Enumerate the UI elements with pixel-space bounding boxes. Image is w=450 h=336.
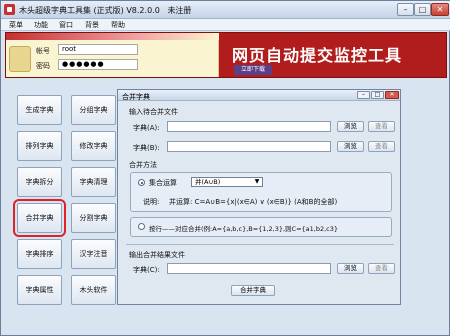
mutou-software-button[interactable]: 木头软件 — [71, 275, 116, 305]
set-operation-radio[interactable] — [138, 179, 145, 186]
dict-properties-button[interactable]: 字典属性 — [17, 275, 62, 305]
menu-function[interactable]: 功能 — [34, 20, 48, 30]
set-operation-select[interactable]: 并(A∪B) ▼ — [191, 177, 263, 187]
method-section-label: 合并方法 — [129, 161, 157, 169]
divider — [126, 244, 394, 245]
dict-a-browse-button[interactable]: 浏览 — [337, 121, 364, 132]
dict-b-browse-button[interactable]: 浏览 — [337, 141, 364, 152]
registration-status: 未注册 — [167, 6, 192, 15]
menu-help[interactable]: 帮助 — [111, 20, 125, 30]
close-button[interactable]: ✕ — [431, 3, 449, 16]
dict-b-view-button[interactable]: 查看 — [368, 141, 395, 152]
set-operation-value: 并(A∪B) — [195, 178, 221, 186]
dict-a-view-button[interactable]: 查看 — [368, 121, 395, 132]
window-title-text: 木头超级字典工具集 (正式版) V8.2.0.0 — [19, 6, 160, 15]
merge-dialog: 合并字典 – □ ✕ 输入待合并文件 字典(A): 浏览 查看 字典(B): 浏… — [117, 89, 401, 305]
main-window: 木头超级字典工具集 (正式版) V8.2.0.0 未注册 – □ ✕ 菜单 功能… — [0, 0, 450, 336]
pairwise-merge-group: 按行——对应合并(例:A={a,b,c},B={1,2,3},则C={a1,b2… — [130, 217, 392, 237]
banner-strip — [6, 33, 219, 40]
dialog-maximize-button[interactable]: □ — [371, 91, 384, 99]
user-icon — [9, 46, 31, 72]
output-section-label: 输出合并结果文件 — [129, 251, 185, 259]
dialog-minimize-button[interactable]: – — [357, 91, 370, 99]
permute-dict-button[interactable]: 排列字典 — [17, 131, 62, 161]
dialog-title-bar: 合并字典 – □ ✕ — [118, 90, 400, 101]
title-bar: 木头超级字典工具集 (正式版) V8.2.0.0 未注册 – □ ✕ — [1, 1, 450, 19]
promo-title[interactable]: 网页自动提交监控工具 — [232, 42, 402, 66]
password-field[interactable]: ●●●●●● — [58, 59, 138, 70]
modify-dict-button[interactable]: 修改字典 — [71, 131, 116, 161]
dict-c-browse-button[interactable]: 浏览 — [337, 263, 364, 274]
password-label: 密码 — [36, 62, 50, 70]
account-label: 帐号 — [36, 47, 50, 55]
input-section-label: 输入待合并文件 — [129, 108, 178, 116]
description-text: 并运算: C=A∪B={x|(x∈A) ∨ (x∈B)} (A和B的全部) — [169, 198, 338, 206]
dialog-title: 合并字典 — [122, 93, 150, 101]
download-button[interactable]: 立即下载 — [234, 65, 272, 75]
dict-c-view-button[interactable]: 查看 — [368, 263, 395, 274]
divide-dict-button[interactable]: 分割字典 — [71, 203, 116, 233]
pairwise-merge-label: 按行——对应合并(例:A={a,b,c},B={1,2,3},则C={a1,b2… — [149, 225, 339, 233]
chevron-down-icon: ▼ — [254, 178, 260, 185]
dict-b-label: 字典(B): — [133, 144, 160, 152]
description-label: 说明: — [143, 198, 160, 206]
dict-a-label: 字典(A): — [133, 124, 160, 132]
dict-c-input[interactable] — [167, 263, 331, 274]
merge-dict-button[interactable]: 合并字典 — [13, 199, 66, 237]
pinyin-button[interactable]: 汉字注音 — [71, 239, 116, 269]
dialog-close-button[interactable]: ✕ — [385, 91, 399, 99]
minimize-button[interactable]: – — [397, 3, 414, 16]
set-operation-label: 集合运算 — [149, 179, 177, 187]
menu-background[interactable]: 背景 — [85, 20, 99, 30]
header-banner: 帐号 root 密码 ●●●●●● 网页自动提交监控工具 立即下载 — [5, 32, 447, 78]
menu-main[interactable]: 菜单 — [9, 20, 23, 30]
menu-window[interactable]: 窗口 — [59, 20, 73, 30]
clean-dict-button[interactable]: 字典清理 — [71, 167, 116, 197]
sort-dict-button[interactable]: 字典排序 — [17, 239, 62, 269]
dict-c-label: 字典(C): — [133, 266, 160, 274]
generate-dict-button[interactable]: 生成字典 — [17, 95, 62, 125]
group-dict-button[interactable]: 分组字典 — [71, 95, 116, 125]
set-operation-group: 集合运算 并(A∪B) ▼ 说明: 并运算: C=A∪B={x|(x∈A) ∨ … — [130, 172, 392, 212]
window-title: 木头超级字典工具集 (正式版) V8.2.0.0 未注册 — [19, 5, 191, 16]
account-field[interactable]: root — [58, 44, 138, 55]
menu-bar: 菜单 功能 窗口 背景 帮助 — [1, 19, 450, 31]
pairwise-merge-radio[interactable] — [138, 223, 145, 230]
split-dict-button[interactable]: 字典拆分 — [17, 167, 62, 197]
merge-submit-button[interactable]: 合并字典 — [231, 285, 275, 296]
login-panel: 帐号 root 密码 ●●●●●● — [6, 33, 219, 77]
app-logo-icon — [4, 4, 15, 15]
maximize-button[interactable]: □ — [414, 3, 431, 16]
dict-b-input[interactable] — [167, 141, 331, 152]
dict-a-input[interactable] — [167, 121, 331, 132]
